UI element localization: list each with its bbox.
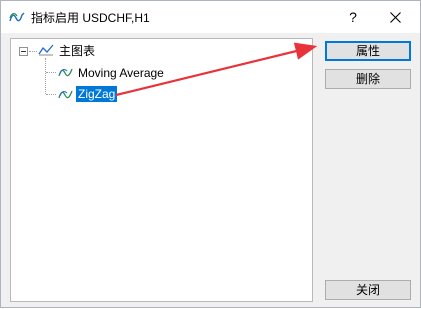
tree-line <box>29 51 37 52</box>
tree-line <box>45 58 46 94</box>
title-bar: 指标启用 USDCHF,H1 ? <box>1 1 420 33</box>
indicator-wave-icon <box>58 68 73 77</box>
tree-item-zigzag[interactable]: ZigZag <box>76 86 118 102</box>
indicator-dialog: 指标启用 USDCHF,H1 ? 主图表 Moving Average ZigZ… <box>0 0 421 308</box>
indicator-wave-icon <box>9 12 25 22</box>
delete-button[interactable]: 删除 <box>325 69 411 89</box>
tree-item-moving-average[interactable]: Moving Average <box>78 65 164 81</box>
help-button[interactable]: ? <box>336 4 370 30</box>
indicator-tree[interactable]: 主图表 Moving Average ZigZag <box>10 38 313 302</box>
collapse-toggle[interactable] <box>19 47 28 56</box>
window-close-button[interactable] <box>375 4 415 30</box>
chart-icon <box>38 44 54 56</box>
close-icon <box>389 12 401 23</box>
tree-line <box>46 94 56 95</box>
tree-root-label[interactable]: 主图表 <box>59 43 95 59</box>
tree-line <box>46 72 56 73</box>
window-title: 指标启用 USDCHF,H1 <box>31 11 150 25</box>
close-button[interactable]: 关闭 <box>325 280 411 300</box>
properties-button[interactable]: 属性 <box>325 41 411 61</box>
indicator-wave-icon <box>58 90 73 99</box>
